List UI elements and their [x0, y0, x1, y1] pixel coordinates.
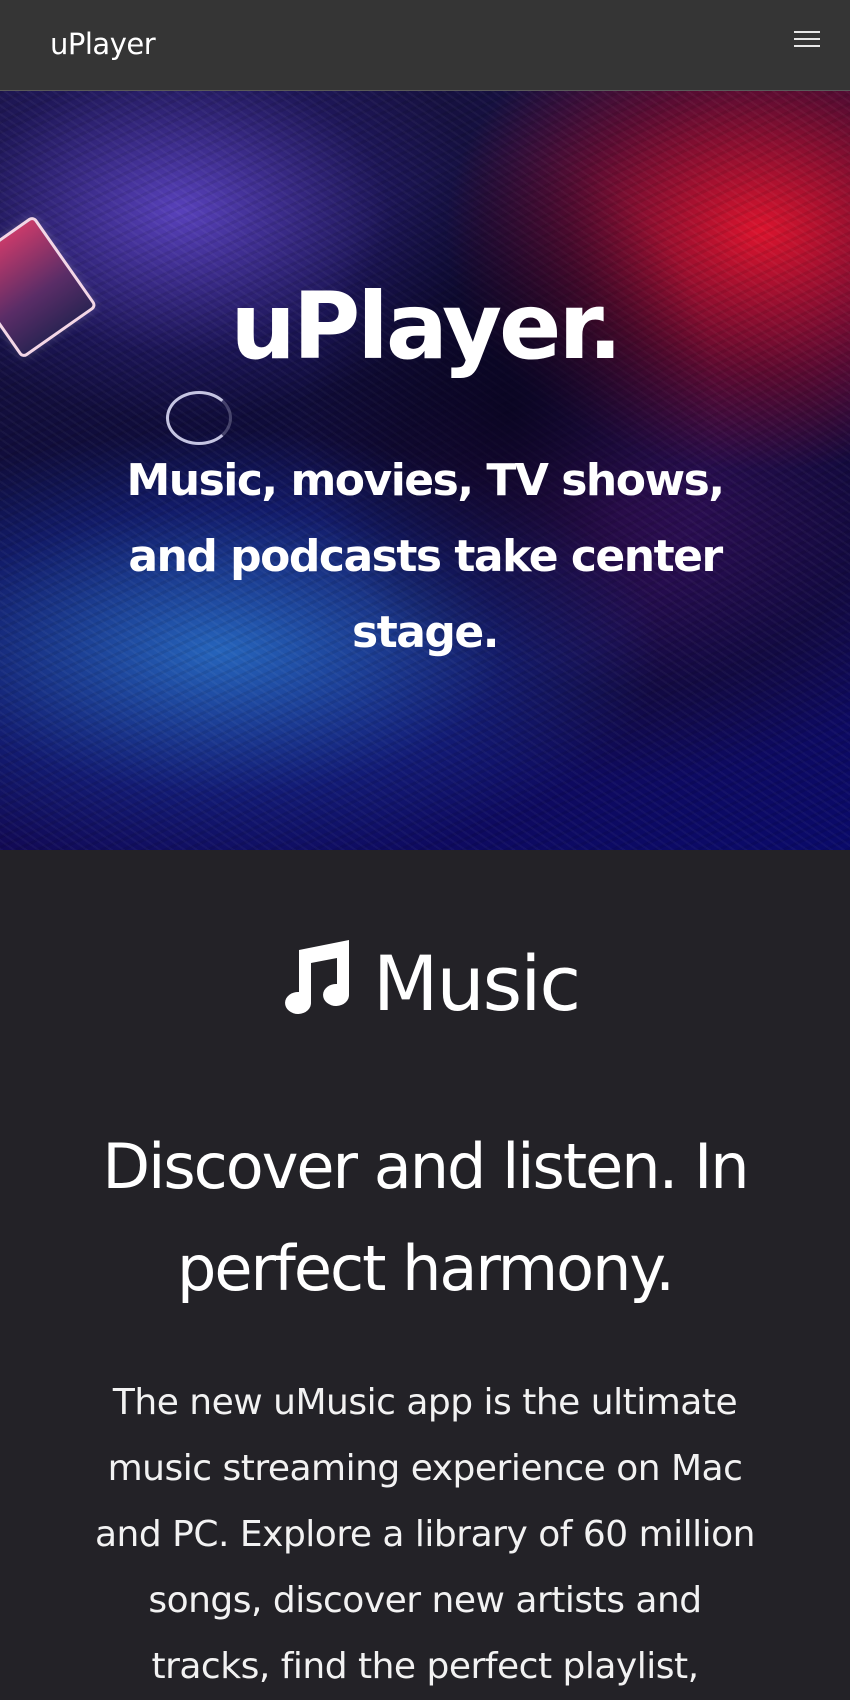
section-description: The new uMusic app is the ultimate music…	[94, 1382, 756, 1687]
section-heading: Music	[0, 934, 850, 1034]
hero-subtitle: Music, movies, TV shows, and podcasts ta…	[126, 455, 725, 658]
music-note-icon	[284, 940, 349, 1014]
brand-link[interactable]: uPlayer	[50, 26, 156, 62]
section-heading-text: Music	[372, 939, 581, 1028]
hamburger-menu-icon[interactable]	[792, 28, 822, 50]
menu-bar	[794, 31, 820, 33]
menu-bar	[794, 38, 820, 40]
hero-earbud-image	[166, 391, 232, 445]
hero-title: uPlayer.	[230, 273, 622, 380]
hero-banner: uPlayer. Music, movies, TV shows, and po…	[0, 91, 850, 850]
section-tagline: Discover and listen. In perfect harmony.	[102, 1130, 749, 1305]
menu-bar	[794, 45, 820, 47]
music-section: Music Discover and listen. In perfect ha…	[0, 850, 850, 1700]
navbar: uPlayer	[0, 0, 850, 91]
